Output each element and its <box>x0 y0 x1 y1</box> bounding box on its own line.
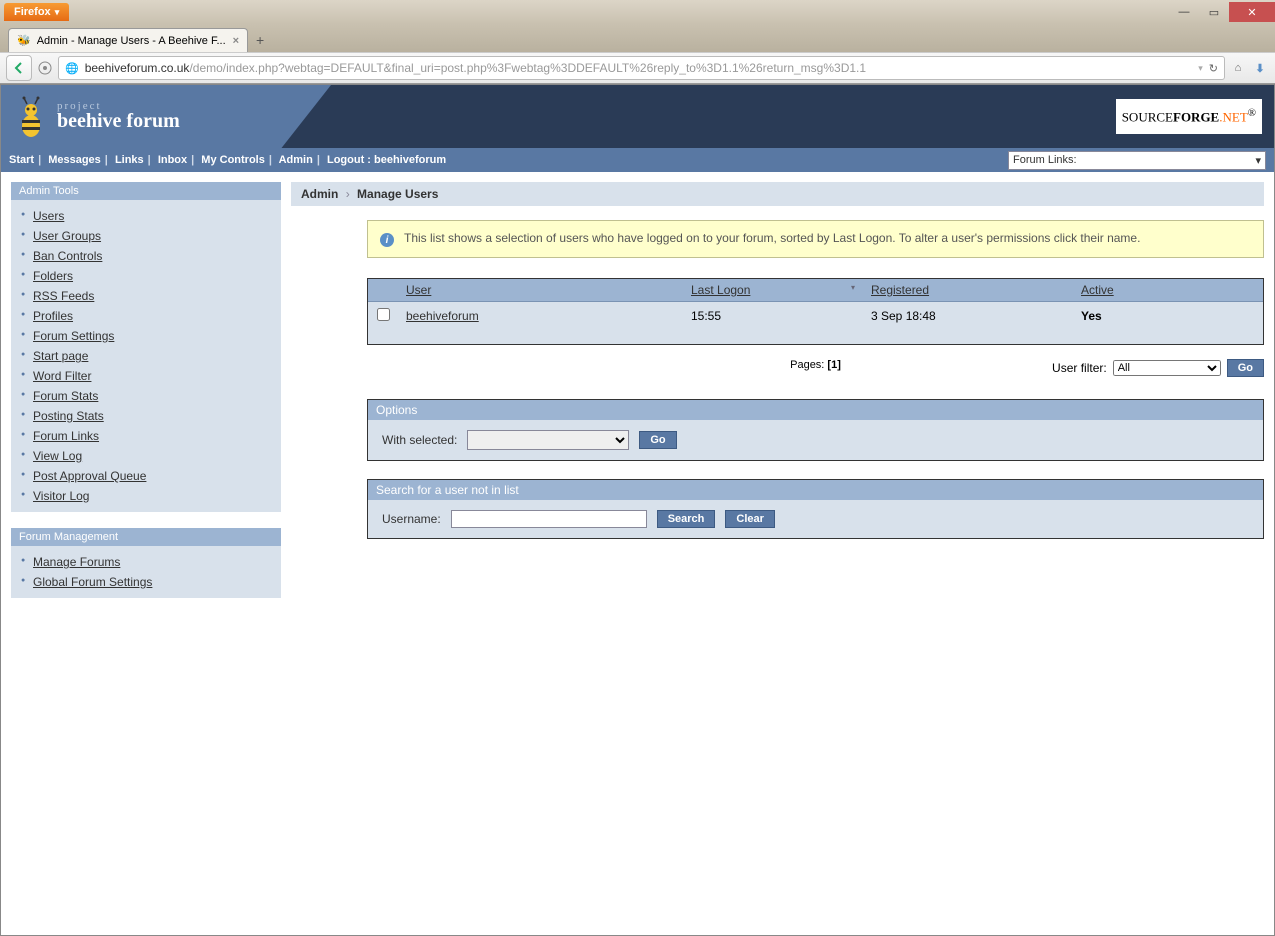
sidebar-item-startpage[interactable]: Start page <box>33 349 88 363</box>
titlebar: Firefox — ▭ ✕ <box>0 0 1275 24</box>
user-table: User Last Logon▾ Registered Active beehi… <box>367 278 1264 345</box>
browser-tab[interactable]: 🐝 Admin - Manage Users - A Beehive F... … <box>8 28 248 52</box>
sidebar-item-folders[interactable]: Folders <box>33 269 73 283</box>
cell-lastlogon: 15:55 <box>683 302 863 331</box>
close-button[interactable]: ✕ <box>1229 2 1275 22</box>
sidebar-item-rssfeeds[interactable]: RSS Feeds <box>33 289 94 303</box>
col-lastlogon[interactable]: Last Logon▾ <box>683 279 863 302</box>
downloads-button[interactable]: ⬇ <box>1251 59 1269 77</box>
sidebar-item-postingstats[interactable]: Posting Stats <box>33 409 104 423</box>
cell-active: Yes <box>1073 302 1263 331</box>
tab-title: Admin - Manage Users - A Beehive F... <box>37 35 227 47</box>
cell-registered: 3 Sep 18:48 <box>863 302 1073 331</box>
breadcrumb: Admin › Manage Users <box>291 182 1264 206</box>
tab-close-icon[interactable]: × <box>233 35 239 47</box>
filter-select[interactable]: All <box>1113 360 1221 376</box>
sidebar-item-manageforums[interactable]: Manage Forums <box>33 555 120 569</box>
sidebar-item-wordfilter[interactable]: Word Filter <box>33 369 91 383</box>
search-panel: Search for a user not in list Username: … <box>367 479 1264 539</box>
forum-links-dropdown[interactable]: Forum Links:▾ <box>1008 151 1266 170</box>
sidebar-item-profiles[interactable]: Profiles <box>33 309 73 323</box>
new-tab-button[interactable]: + <box>248 28 272 52</box>
chevron-right-icon: › <box>346 187 350 201</box>
dropdown-icon[interactable]: ▾ <box>1198 63 1203 74</box>
maximize-button[interactable]: ▭ <box>1199 2 1229 22</box>
sourceforge-badge[interactable]: SOURCEFORGE.NET® <box>1116 99 1262 133</box>
nav-logout[interactable]: Logout : beehiveforum <box>327 154 446 166</box>
sidebar-item-forumlinks[interactable]: Forum Links <box>33 429 99 443</box>
minimize-button[interactable]: — <box>1169 2 1199 22</box>
sidebar-item-users[interactable]: Users <box>33 209 64 223</box>
options-label: With selected: <box>382 433 457 447</box>
sidebar-list-mgmt: Manage Forums Global Forum Settings <box>11 546 281 598</box>
filter-go-button[interactable]: Go <box>1227 359 1264 377</box>
info-message: i This list shows a selection of users w… <box>367 220 1264 258</box>
col-user[interactable]: User <box>398 279 683 302</box>
search-button[interactable]: Search <box>657 510 716 528</box>
nav-links[interactable]: Links <box>115 154 144 166</box>
address-bar: 🌐 beehiveforum.co.uk/demo/index.php?webt… <box>0 52 1275 84</box>
table-row: beehiveforum 15:55 3 Sep 18:48 Yes <box>368 302 1263 331</box>
nav-start[interactable]: Start <box>9 154 34 166</box>
top-nav-links: Start| Messages| Links| Inbox| My Contro… <box>9 154 446 166</box>
options-panel: Options With selected: Go <box>367 399 1264 461</box>
reload-icon[interactable]: ↻ <box>1209 62 1218 75</box>
sidebar-item-bancontrols[interactable]: Ban Controls <box>33 249 102 263</box>
clear-button[interactable]: Clear <box>725 510 775 528</box>
search-label: Username: <box>382 512 441 526</box>
top-nav: Start| Messages| Links| Inbox| My Contro… <box>1 148 1274 172</box>
nav-inbox[interactable]: Inbox <box>158 154 187 166</box>
logo-title: beehive forum <box>57 110 180 133</box>
pager: Pages: [1] <box>790 359 841 371</box>
sidebar-header-admin: Admin Tools <box>11 182 281 200</box>
nav-mycontrols[interactable]: My Controls <box>201 154 265 166</box>
nav-messages[interactable]: Messages <box>48 154 101 166</box>
sidebar-header-mgmt: Forum Management <box>11 528 281 546</box>
content: Admin › Manage Users i This list shows a… <box>291 182 1264 925</box>
search-input[interactable] <box>451 510 647 528</box>
options-go-button[interactable]: Go <box>639 431 676 449</box>
search-header: Search for a user not in list <box>368 480 1263 500</box>
sidebar-item-visitorlog[interactable]: Visitor Log <box>33 489 89 503</box>
sidebar-item-postapproval[interactable]: Post Approval Queue <box>33 469 146 483</box>
user-link[interactable]: beehiveforum <box>406 309 479 323</box>
table-header-row: User Last Logon▾ Registered Active <box>368 279 1263 302</box>
arrow-left-icon <box>12 61 26 75</box>
sidebar-list-admin: Users User Groups Ban Controls Folders R… <box>11 200 281 512</box>
pager-row: Pages: [1] User filter: All Go <box>367 359 1264 381</box>
sidebar-item-forumstats[interactable]: Forum Stats <box>33 389 98 403</box>
globe-icon: 🌐 <box>65 62 79 75</box>
home-button[interactable]: ⌂ <box>1229 59 1247 77</box>
sidebar-item-viewlog[interactable]: View Log <box>33 449 82 463</box>
window-controls: — ▭ ✕ <box>1169 2 1275 22</box>
sidebar-item-globalsettings[interactable]: Global Forum Settings <box>33 575 152 589</box>
info-text: This list shows a selection of users who… <box>404 231 1140 245</box>
info-icon: i <box>380 233 394 247</box>
logo[interactable]: project beehive forum <box>13 96 180 138</box>
nav-admin[interactable]: Admin <box>279 154 313 166</box>
sidebar-item-forumsettings[interactable]: Forum Settings <box>33 329 114 343</box>
options-header: Options <box>368 400 1263 420</box>
breadcrumb-current: Manage Users <box>357 187 438 201</box>
sidebar: Admin Tools Users User Groups Ban Contro… <box>11 182 281 925</box>
identity-icon[interactable] <box>36 59 54 77</box>
col-active[interactable]: Active <box>1073 279 1263 302</box>
sort-desc-icon: ▾ <box>851 283 855 292</box>
firefox-menu-button[interactable]: Firefox <box>4 3 69 21</box>
viewport: project beehive forum SOURCEFORGE.NET® S… <box>0 84 1275 936</box>
row-checkbox[interactable] <box>377 308 390 321</box>
bee-icon <box>13 96 49 138</box>
forum-header: project beehive forum SOURCEFORGE.NET® <box>1 85 1274 148</box>
sidebar-item-usergroups[interactable]: User Groups <box>33 229 101 243</box>
breadcrumb-root[interactable]: Admin <box>301 187 338 201</box>
back-button[interactable] <box>6 55 32 81</box>
url-text: beehiveforum.co.uk/demo/index.php?webtag… <box>85 61 1193 75</box>
filter-label: User filter: <box>1052 361 1107 375</box>
tab-favicon: 🐝 <box>17 34 31 47</box>
options-select[interactable] <box>467 430 629 450</box>
col-registered[interactable]: Registered <box>863 279 1073 302</box>
url-input[interactable]: 🌐 beehiveforum.co.uk/demo/index.php?webt… <box>58 56 1225 80</box>
tab-strip: 🐝 Admin - Manage Users - A Beehive F... … <box>0 24 1275 52</box>
